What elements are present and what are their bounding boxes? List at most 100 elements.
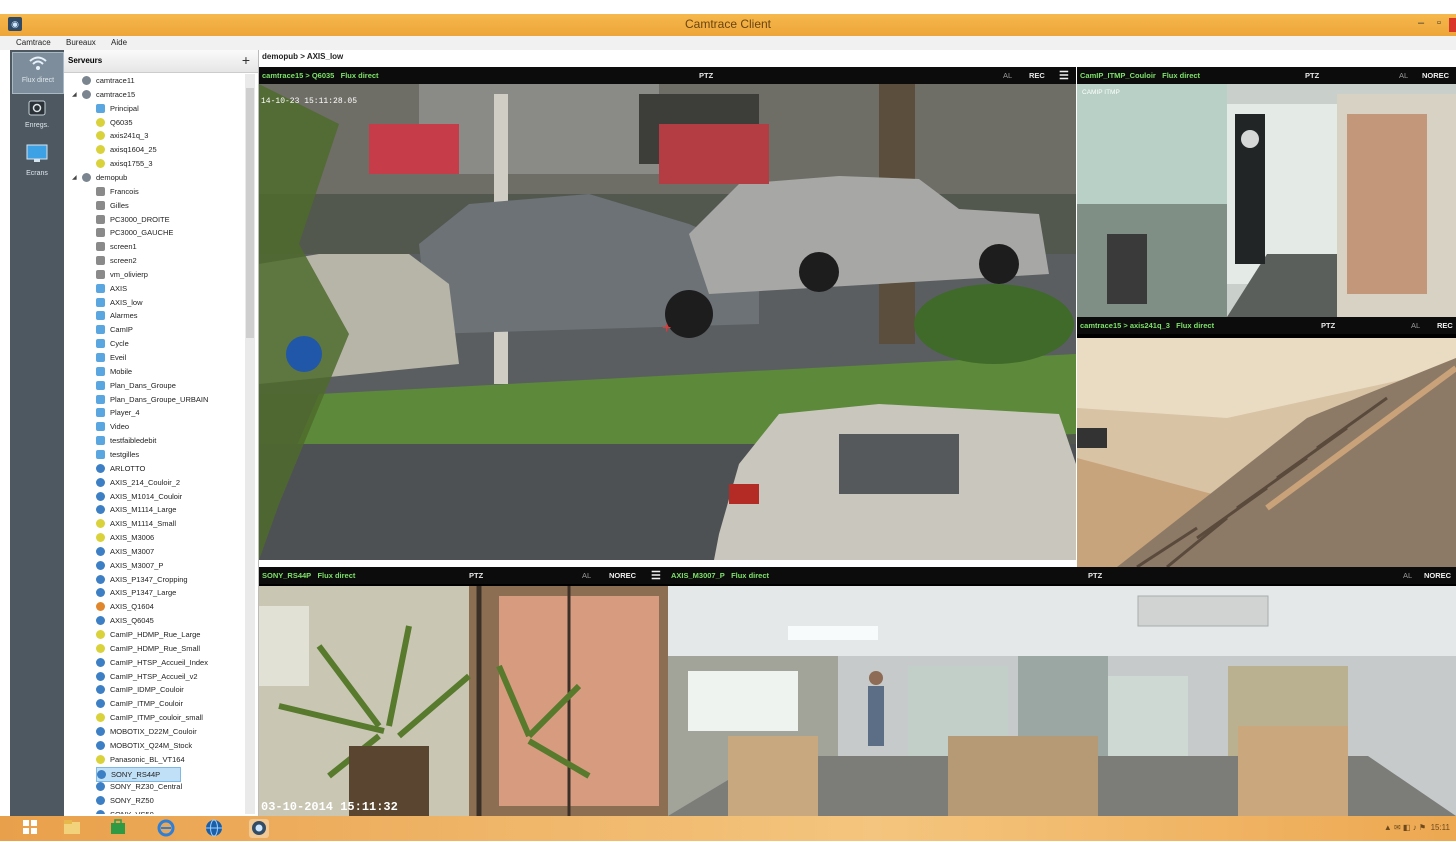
camera-tile-bottom-left[interactable]: SONY_RS44P Flux direct PTZ AL NOREC ☰ 03… [259, 567, 668, 816]
tray-icons[interactable]: ▲ ✉ ◧ ♪ ⚑ [1384, 823, 1426, 832]
tree-item-gilles[interactable]: Gilles [96, 199, 129, 212]
tree-item-alarmes[interactable]: Alarmes [96, 309, 138, 322]
tree-item-screen2[interactable]: screen2 [96, 254, 137, 267]
tree-item-francois[interactable]: Francois [96, 185, 139, 198]
tree-item-axis-p1347-large[interactable]: AXIS_P1347_Large [96, 586, 176, 599]
tree-item-eveil[interactable]: Eveil [96, 351, 126, 364]
tree-item-q6035[interactable]: Q6035 [96, 116, 133, 129]
menu-camtrace[interactable]: Camtrace [16, 38, 51, 47]
tree-item-vm-olivierp[interactable]: vm_olivierp [96, 268, 148, 281]
tree-item-screen1[interactable]: screen1 [96, 240, 137, 253]
tree-item-camip-idmp-couloir[interactable]: CamIP_IDMP_Couloir [96, 683, 184, 696]
tree-item-axis-m1014-couloir[interactable]: AXIS_M1014_Couloir [96, 490, 182, 503]
tree-item-camip-itmp-couloir[interactable]: CamIP_ITMP_Couloir [96, 697, 183, 710]
rec-indicator[interactable]: REC [1029, 71, 1045, 80]
camera-name[interactable]: AXIS_M3007_P Flux direct [671, 571, 769, 580]
tree-item-sony-rs44p[interactable]: SONY_RS44P [96, 766, 182, 782]
tree-item-sony-vs50[interactable]: SONY_VS50 [96, 808, 154, 814]
rec-indicator[interactable]: REC [1437, 321, 1453, 330]
tree-item-axisq1755-3[interactable]: axisq1755_3 [96, 157, 153, 170]
internet-explorer-icon[interactable] [156, 819, 176, 838]
tree-item-camip-hdmp-rue-large[interactable]: CamIP_HDMP_Rue_Large [96, 628, 200, 641]
file-explorer-icon[interactable] [62, 819, 82, 838]
tree-item-axis-q1604[interactable]: AXIS_Q1604 [96, 600, 154, 613]
tree-item-panasonic-bl-vt164[interactable]: Panasonic_BL_VT164 [96, 753, 185, 766]
maximize-button[interactable]: ▫ [1432, 17, 1446, 29]
camera-tile-top-right[interactable]: CamIP_ITMP_Couloir Flux direct PTZ AL NO… [1077, 67, 1456, 317]
camera-name[interactable]: camtrace15 > Q6035 Flux direct [262, 71, 379, 80]
camera-tile-mid-right[interactable]: camtrace15 > axis241q_3 Flux direct PTZ … [1077, 317, 1456, 567]
tree-item-camip-htsp-accueil-index[interactable]: CamIP_HTSP_Accueil_Index [96, 656, 208, 669]
camtrace-icon[interactable] [249, 819, 269, 838]
camera-name[interactable]: CamIP_ITMP_Couloir Flux direct [1080, 71, 1200, 80]
tree-item-principal[interactable]: Principal [96, 102, 139, 115]
tree-item-sony-rz30-central[interactable]: SONY_RZ30_Central [96, 780, 182, 793]
tree-item-camip[interactable]: CamIP [96, 323, 133, 336]
add-server-button[interactable]: + [242, 52, 250, 68]
tree-item-axis-q6045[interactable]: AXIS_Q6045 [96, 614, 154, 627]
camera-name[interactable]: camtrace15 > axis241q_3 Flux direct [1080, 321, 1214, 330]
tree-item-arlotto[interactable]: ARLOTTO [96, 462, 145, 475]
tree-item-axis-214-couloir-2[interactable]: AXIS_214_Couloir_2 [96, 476, 180, 489]
tree-item-camip-htsp-accueil-v2[interactable]: CamIP_HTSP_Accueil_v2 [96, 670, 198, 683]
ptz-button[interactable]: PTZ [469, 571, 483, 580]
tree-item-axis-low[interactable]: AXIS_low [96, 296, 143, 309]
tree-item-camtrace11[interactable]: camtrace11 [82, 74, 135, 87]
globe-icon[interactable] [204, 819, 224, 838]
rail-enregs[interactable]: Enregs. [12, 98, 62, 138]
camera-name[interactable]: SONY_RS44P Flux direct [262, 571, 355, 580]
close-button[interactable] [1449, 18, 1456, 32]
tree-item-mobotix-q24m-stock[interactable]: MOBOTIX_Q24M_Stock [96, 739, 192, 752]
tile-menu-button[interactable]: ☰ [651, 569, 661, 582]
tree-item-camip-itmp-couloir-small[interactable]: CamIP_ITMP_couloir_small [96, 711, 203, 724]
ptz-button[interactable]: PTZ [1088, 571, 1102, 580]
menu-aide[interactable]: Aide [111, 38, 127, 47]
tree-item-cycle[interactable]: Cycle [96, 337, 129, 350]
system-tray[interactable]: ▲ ✉ ◧ ♪ ⚑ 15:11 [1384, 823, 1450, 832]
tile-menu-button[interactable]: ☰ [1059, 69, 1069, 82]
tree-item-demopub[interactable]: demopub [82, 171, 127, 184]
tree-item-testfaibledebit[interactable]: testfaibledebit [96, 434, 156, 447]
rec-indicator[interactable]: NOREC [1424, 571, 1451, 580]
tree-item-pc3000-droite[interactable]: PC3000_DROITE [96, 213, 170, 226]
tree-item-axisq1604-25[interactable]: axisq1604_25 [96, 143, 157, 156]
scrollbar-thumb[interactable] [246, 88, 254, 338]
tree-item-axis-p1347-cropping[interactable]: AXIS_P1347_Cropping [96, 573, 188, 586]
ptz-button[interactable]: PTZ [1305, 71, 1319, 80]
tree-item-camtrace15[interactable]: camtrace15 [82, 88, 135, 101]
ptz-button[interactable]: PTZ [699, 71, 713, 80]
tree-item-player-4[interactable]: Player_4 [96, 406, 140, 419]
ptz-button[interactable]: PTZ [1321, 321, 1335, 330]
tree-item-sony-rz50[interactable]: SONY_RZ50 [96, 794, 154, 807]
camera-tile-main[interactable]: camtrace15 > Q6035 Flux direct PTZ AL RE… [259, 67, 1076, 560]
tree-item-axis-m3006[interactable]: AXIS_M3006 [96, 531, 154, 544]
tree-item-pc3000-gauche[interactable]: PC3000_GAUCHE [96, 226, 173, 239]
tree-item-axis-m1114-large[interactable]: AXIS_M1114_Large [96, 503, 176, 516]
tree-item-plan-dans-groupe[interactable]: Plan_Dans_Groupe [96, 379, 176, 392]
windows-start-icon[interactable] [20, 819, 40, 838]
tree-item-axis-m3007[interactable]: AXIS_M3007 [96, 545, 154, 558]
tree-item-testgilles[interactable]: testgilles [96, 448, 139, 461]
clock[interactable]: 15:11 [1431, 823, 1450, 832]
rail-flux-direct[interactable]: Flux direct [12, 52, 64, 94]
camera-tile-bottom-right[interactable]: AXIS_M3007_P Flux direct PTZ AL NOREC [668, 567, 1456, 816]
rec-indicator[interactable]: NOREC [609, 571, 636, 580]
tree-item-plan-dans-groupe-urbain[interactable]: Plan_Dans_Groupe_URBAIN [96, 393, 208, 406]
tree-item-mobotix-d22m-couloir[interactable]: MOBOTIX_D22M_Couloir [96, 725, 197, 738]
tree-item-video[interactable]: Video [96, 420, 129, 433]
menu-bureaux[interactable]: Bureaux [66, 38, 96, 47]
rec-indicator[interactable]: NOREC [1422, 71, 1449, 80]
tree-scrollbar[interactable] [245, 74, 255, 814]
rail-ecrans[interactable]: Ecrans [12, 142, 62, 182]
minimize-button[interactable]: – [1414, 17, 1428, 29]
store-icon[interactable] [108, 819, 128, 838]
ptz-crosshair-icon[interactable]: + [662, 320, 671, 338]
expand-toggle-icon[interactable]: ◢ [72, 174, 77, 181]
tree-item-camip-hdmp-rue-small[interactable]: CamIP_HDMP_Rue_Small [96, 642, 200, 655]
expand-toggle-icon[interactable]: ◢ [72, 91, 77, 98]
tree-item-mobile[interactable]: Mobile [96, 365, 132, 378]
tree-item-axis[interactable]: AXIS [96, 282, 127, 295]
tree-item-axis-m1114-small[interactable]: AXIS_M1114_Small [96, 517, 176, 530]
tree-item-axis241q-3[interactable]: axis241q_3 [96, 129, 148, 142]
tree-item-axis-m3007-p[interactable]: AXIS_M3007_P [96, 559, 163, 572]
